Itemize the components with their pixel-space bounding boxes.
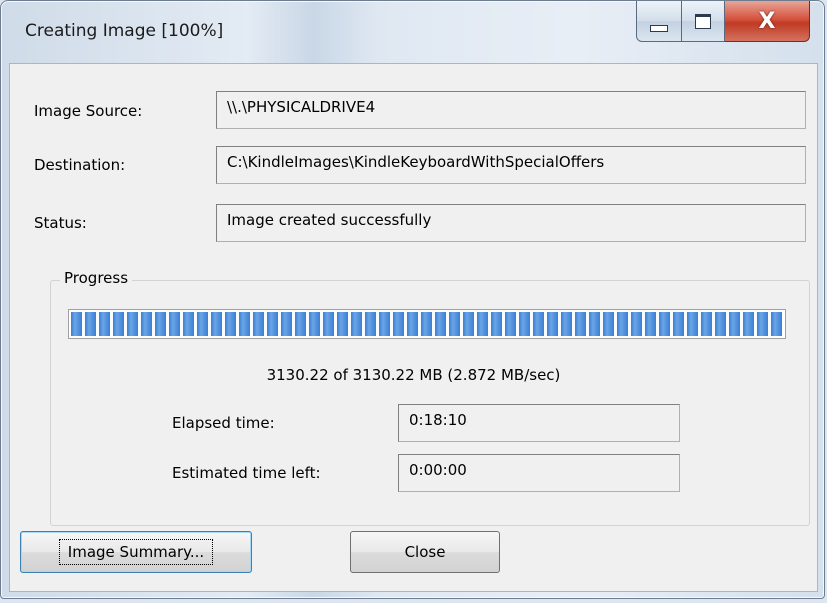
status-field[interactable]: Image created successfully xyxy=(216,204,806,242)
close-window-button[interactable]: X xyxy=(725,1,810,42)
status-label: Status: xyxy=(34,214,87,232)
image-source-field[interactable]: \\.\PHYSICALDRIVE4 xyxy=(216,91,806,129)
image-summary-button[interactable]: Image Summary... xyxy=(20,531,252,573)
window-controls: X xyxy=(636,1,810,45)
title-bar[interactable]: Creating Image [100%] X xyxy=(1,1,824,63)
maximize-button[interactable] xyxy=(682,1,725,42)
transfer-summary: 3130.22 of 3130.22 MB (2.872 MB/sec) xyxy=(266,366,561,384)
progress-fill xyxy=(71,312,783,336)
progress-group-title: Progress xyxy=(60,269,133,287)
minimize-icon xyxy=(650,24,668,32)
minimize-button[interactable] xyxy=(636,1,682,42)
close-icon: X xyxy=(758,8,776,34)
destination-label: Destination: xyxy=(34,156,126,174)
close-button-label: Close xyxy=(404,543,446,561)
dialog-window: Creating Image [100%] X Image Source: \\… xyxy=(0,0,825,599)
image-source-label: Image Source: xyxy=(34,102,143,120)
progress-track xyxy=(71,312,783,336)
window-title: Creating Image [100%] xyxy=(25,21,224,41)
maximize-icon xyxy=(695,13,711,29)
time-left-label: Estimated time left: xyxy=(172,464,321,482)
elapsed-time-label: Elapsed time: xyxy=(172,414,275,432)
time-left-field[interactable]: 0:00:00 xyxy=(398,454,680,492)
dialog-body: Image Source: \\.\PHYSICALDRIVE4 Destina… xyxy=(9,63,818,592)
progress-bar xyxy=(68,309,786,339)
destination-field[interactable]: C:\KindleImages\KindleKeyboardWithSpecia… xyxy=(216,146,806,184)
image-summary-button-label: Image Summary... xyxy=(58,539,214,565)
close-button[interactable]: Close xyxy=(350,531,500,573)
elapsed-time-field[interactable]: 0:18:10 xyxy=(398,404,680,442)
